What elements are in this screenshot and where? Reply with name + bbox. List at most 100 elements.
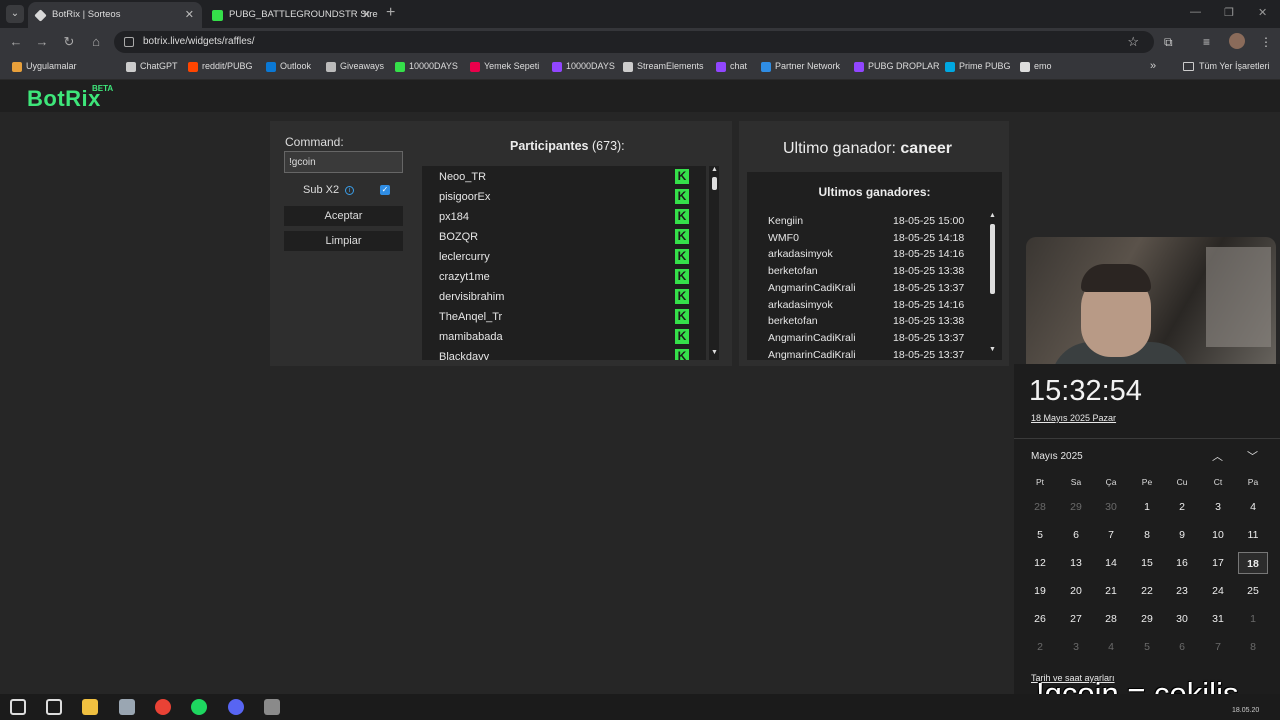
tab-search-button[interactable]: ⌄ [6, 5, 24, 23]
calendar-day[interactable]: 30 [1096, 496, 1126, 518]
home-icon[interactable]: ⌂ [88, 34, 104, 49]
calendar-day[interactable]: 15 [1132, 552, 1162, 574]
back-icon[interactable]: ← [8, 34, 24, 49]
bookmark-item[interactable]: Yemek Sepeti [470, 61, 539, 72]
new-tab-button[interactable]: + [386, 4, 395, 22]
accept-button[interactable]: Aceptar [284, 206, 403, 226]
calendar-day[interactable]: 1 [1132, 496, 1162, 518]
calendar-day[interactable]: 2 [1025, 636, 1055, 658]
bookmark-item[interactable]: 10000DAYS [552, 61, 615, 72]
calendar-day[interactable]: 5 [1025, 524, 1055, 546]
spotify-icon[interactable] [191, 699, 207, 715]
chrome-icon[interactable] [155, 699, 171, 715]
bookmark-item[interactable]: ChatGPT [126, 61, 178, 72]
site-info-icon[interactable] [124, 37, 134, 47]
info-icon[interactable]: i [345, 186, 354, 195]
bookmark-item[interactable]: Giveaways [326, 61, 384, 72]
calendar-day[interactable]: 6 [1061, 524, 1091, 546]
bookmark-item[interactable]: Partner Network [761, 61, 840, 72]
command-input[interactable] [284, 151, 403, 173]
calendar-day[interactable]: 17 [1203, 552, 1233, 574]
bookmark-item[interactable]: PUBG DROPLAR [854, 61, 940, 72]
profile-avatar[interactable] [1229, 33, 1245, 49]
calendar-day[interactable]: 2 [1167, 496, 1197, 518]
address-bar[interactable]: botrix.live/widgets/raffles/ ☆ [114, 31, 1154, 53]
calendar-day[interactable]: 22 [1132, 580, 1162, 602]
calendar-day[interactable]: 4 [1238, 496, 1268, 518]
discord-icon[interactable] [228, 699, 244, 715]
calendar-day[interactable]: 8 [1132, 524, 1162, 546]
scroll-up-icon[interactable]: ▲ [989, 212, 996, 219]
bookmark-item[interactable]: Outlook [266, 61, 311, 72]
participant-row[interactable]: Neoo_TR K [422, 166, 706, 186]
search-icon[interactable] [46, 699, 62, 715]
calendar-day[interactable]: 16 [1167, 552, 1197, 574]
file-explorer-icon[interactable] [82, 699, 98, 715]
calendar-day-today[interactable]: 18 [1238, 552, 1268, 574]
bookmark-item[interactable]: chat [716, 61, 747, 72]
scroll-down-icon[interactable]: ▼ [989, 346, 996, 353]
calendar-day[interactable]: 24 [1203, 580, 1233, 602]
bookmark-item[interactable]: 10000DAYS [395, 61, 458, 72]
bookmark-item[interactable]: Uygulamalar [12, 61, 77, 72]
participant-row[interactable]: pisigoorEx K [422, 186, 706, 206]
close-tab-icon[interactable]: ✕ [185, 2, 194, 28]
scroll-thumb[interactable] [990, 224, 995, 294]
bookmark-item[interactable]: emo [1020, 61, 1052, 72]
calendar-day[interactable]: 5 [1132, 636, 1162, 658]
calendar-day[interactable]: 7 [1203, 636, 1233, 658]
calendar-day[interactable]: 14 [1096, 552, 1126, 574]
participants-list[interactable]: Neoo_TR KpisigoorEx Kpx184 K BOZQR Kleclercur… [422, 166, 706, 360]
calendar-day[interactable]: 21 [1096, 580, 1126, 602]
calendar-day[interactable]: 4 [1096, 636, 1126, 658]
clear-button[interactable]: Limpiar [284, 231, 403, 251]
window-close-icon[interactable]: ✕ [1258, 6, 1267, 19]
participant-row[interactable]: leclercurry K [422, 246, 706, 266]
all-bookmarks-folder[interactable]: Tüm Yer İşaretleri [1183, 61, 1270, 71]
bookmark-star-icon[interactable]: ☆ [1127, 34, 1139, 50]
calendar-day[interactable]: 29 [1132, 608, 1162, 630]
calendar-day[interactable]: 25 [1238, 580, 1268, 602]
tab-botrix[interactable]: BotRix | Sorteos ✕ [28, 2, 202, 28]
windows-start-icon[interactable] [10, 699, 26, 715]
calendar-day[interactable]: 19 [1025, 580, 1055, 602]
menu-icon[interactable]: ⋮ [1260, 35, 1272, 49]
calendar-day[interactable]: 1 [1238, 608, 1268, 630]
minimize-icon[interactable]: — [1190, 6, 1201, 18]
clock-date-link[interactable]: 18 Mayıs 2025 Pazar [1031, 413, 1116, 423]
scroll-down-icon[interactable]: ▼ [711, 349, 718, 356]
restore-icon[interactable]: ❐ [1224, 6, 1234, 19]
media-icon[interactable]: ≡ [1203, 35, 1210, 49]
bookmark-item[interactable]: reddit/PUBG [188, 61, 253, 72]
calendar-day[interactable]: 9 [1167, 524, 1197, 546]
calendar-day[interactable]: 7 [1096, 524, 1126, 546]
reload-icon[interactable]: ↻ [61, 34, 77, 50]
calendar-day[interactable]: 10 [1203, 524, 1233, 546]
history-scrollbar[interactable]: ▲ ▼ [987, 212, 997, 358]
scroll-up-icon[interactable]: ▲ [711, 166, 718, 173]
calendar-day[interactable]: 11 [1238, 524, 1268, 546]
participant-row[interactable]: BOZQR K [422, 226, 706, 246]
calendar-day[interactable]: 31 [1203, 608, 1233, 630]
app-icon[interactable] [119, 699, 135, 715]
participants-scrollbar[interactable]: ▲ ▼ [709, 166, 719, 360]
tab-pubg[interactable]: PUBG_BATTLEGROUNDSTR Stre ✕ [205, 2, 379, 28]
close-tab-icon[interactable]: ✕ [362, 2, 371, 28]
participant-row[interactable]: TheAnqel_Tr K [422, 306, 706, 326]
bookmark-item[interactable]: Prime PUBG [945, 61, 1011, 72]
calendar-day[interactable]: 29 [1061, 496, 1091, 518]
prev-month-icon[interactable]: ︿ [1212, 448, 1223, 464]
sub-x2-checkbox[interactable]: ✓ [380, 185, 390, 195]
scroll-thumb[interactable] [712, 177, 717, 190]
calendar-day[interactable]: 30 [1167, 608, 1197, 630]
participant-row[interactable]: Blackdavy K [422, 346, 706, 360]
participant-row[interactable]: dervisibrahim K [422, 286, 706, 306]
calendar-day[interactable]: 20 [1061, 580, 1091, 602]
calendar-day[interactable]: 23 [1167, 580, 1197, 602]
calendar-day[interactable]: 26 [1025, 608, 1055, 630]
participant-row[interactable]: mamibabada K [422, 326, 706, 346]
botrix-logo[interactable]: BotRix [27, 86, 101, 112]
winners-history[interactable]: Ultimos ganadores: Kengiin 18-05-25 15:00… [747, 172, 1002, 360]
participant-row[interactable]: crazyt1me K [422, 266, 706, 286]
calendar-day[interactable]: 28 [1025, 496, 1055, 518]
